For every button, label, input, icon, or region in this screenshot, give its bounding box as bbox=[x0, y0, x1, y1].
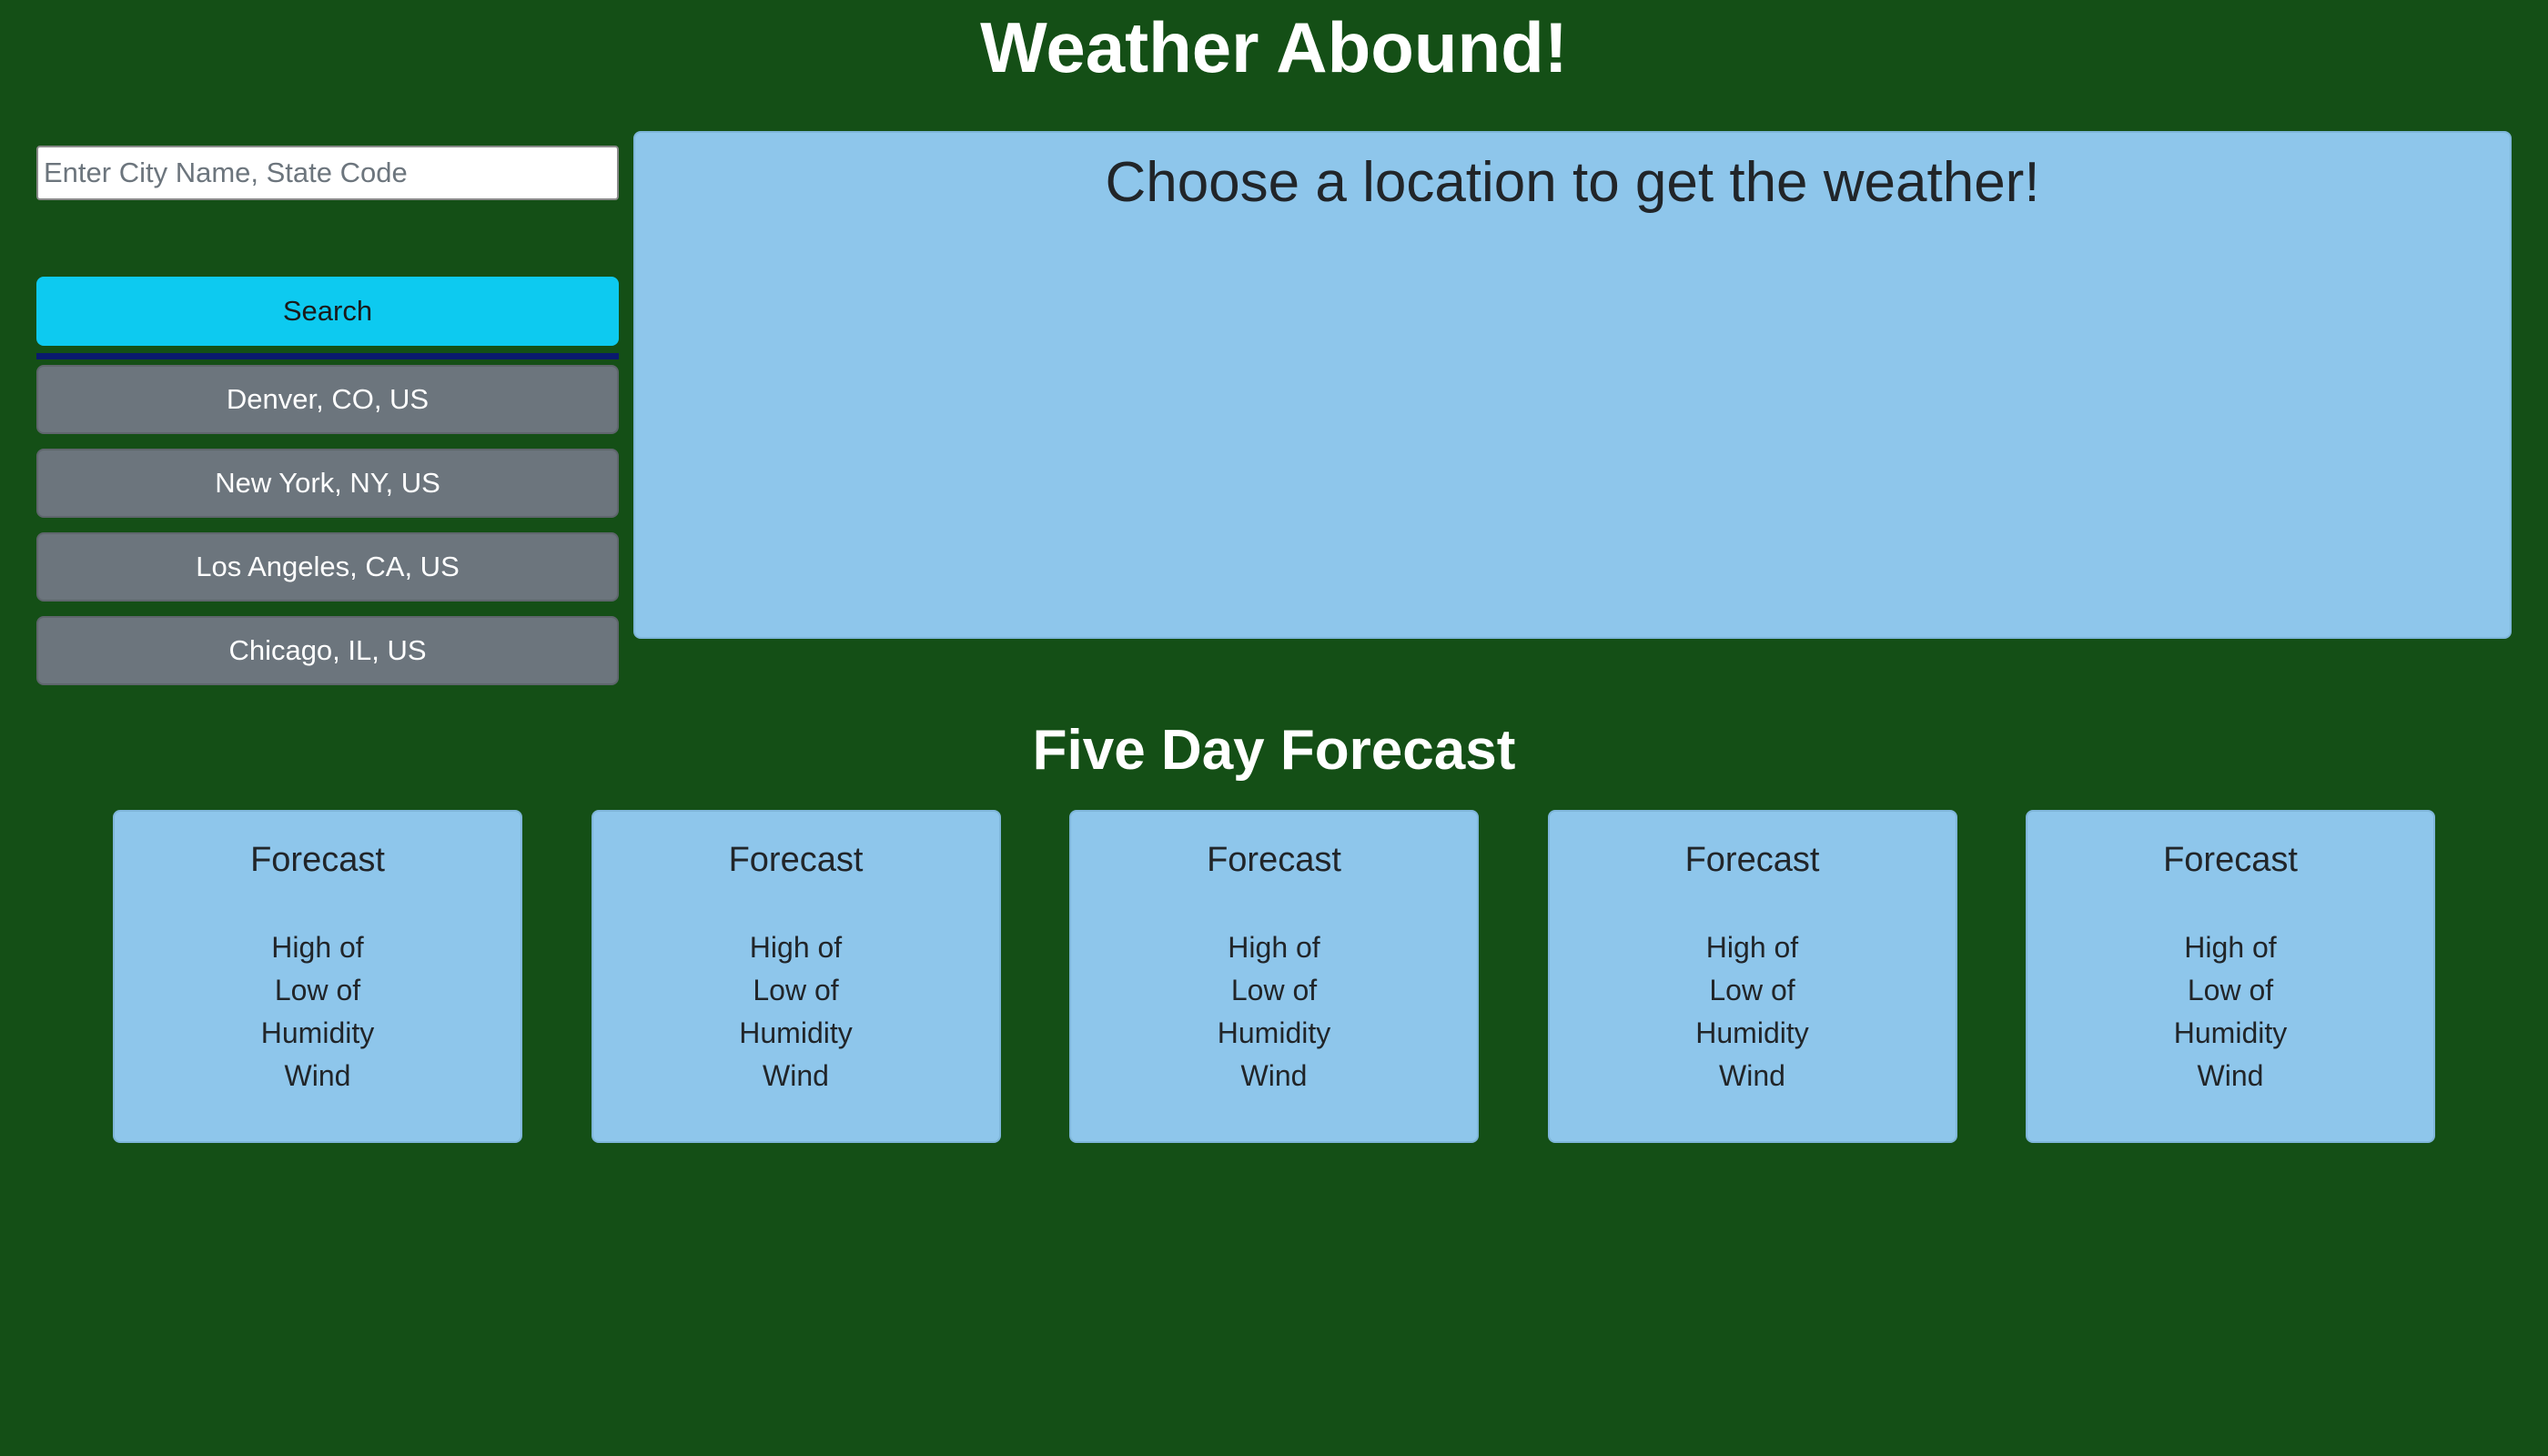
history-button-denver[interactable]: Denver, CO, US bbox=[36, 365, 619, 434]
forecast-card-row: Forecast High of Low of Humidity Wind Fo… bbox=[113, 810, 2435, 1143]
forecast-high: High of bbox=[271, 931, 364, 964]
page-title: Weather Abound! bbox=[980, 7, 1568, 87]
forecast-card-title: Forecast bbox=[728, 841, 864, 879]
forecast-high: High of bbox=[1705, 931, 1799, 964]
forecast-humidity: Humidity bbox=[260, 1016, 375, 1049]
forecast-card: Forecast High of Low of Humidity Wind bbox=[113, 810, 522, 1143]
forecast-wind: Wind bbox=[2197, 1059, 2264, 1092]
city-search-input[interactable] bbox=[36, 146, 619, 200]
forecast-card: Forecast High of Low of Humidity Wind bbox=[591, 810, 1001, 1143]
forecast-card-title: Forecast bbox=[1207, 841, 1341, 879]
forecast-high: High of bbox=[1228, 931, 1320, 964]
forecast-wind: Wind bbox=[763, 1059, 829, 1092]
forecast-card: Forecast High of Low of Humidity Wind bbox=[1547, 810, 1957, 1143]
history-button-chicago[interactable]: Chicago, IL, US bbox=[36, 616, 619, 685]
forecast-low: Low of bbox=[2187, 974, 2274, 1006]
forecast-wind: Wind bbox=[284, 1059, 351, 1092]
forecast-humidity: Humidity bbox=[2173, 1016, 2288, 1049]
search-history-list: Denver, CO, US New York, NY, US Los Ange… bbox=[36, 365, 619, 685]
forecast-wind: Wind bbox=[1719, 1059, 1785, 1092]
divider bbox=[36, 353, 619, 359]
forecast-humidity: Humidity bbox=[1217, 1016, 1331, 1049]
forecast-card-title: Forecast bbox=[250, 841, 385, 879]
forecast-high: High of bbox=[749, 931, 843, 964]
forecast-card-title: Forecast bbox=[1684, 841, 1820, 879]
current-weather-heading: Choose a location to get the weather! bbox=[1105, 151, 2040, 214]
forecast-low: Low of bbox=[274, 974, 361, 1006]
forecast-low: Low of bbox=[1230, 974, 1318, 1006]
forecast-low: Low of bbox=[1709, 974, 1795, 1006]
forecast-card-title: Forecast bbox=[2163, 841, 2298, 879]
history-button-new-york[interactable]: New York, NY, US bbox=[36, 449, 619, 518]
forecast-heading: Five Day Forecast bbox=[1032, 719, 1516, 782]
forecast-card: Forecast High of Low of Humidity Wind bbox=[2026, 810, 2435, 1143]
forecast-humidity: Humidity bbox=[1695, 1016, 1809, 1049]
search-button[interactable]: Search bbox=[36, 277, 619, 346]
current-weather-panel: Choose a location to get the weather! bbox=[633, 131, 2512, 639]
forecast-humidity: Humidity bbox=[739, 1016, 853, 1049]
forecast-card: Forecast High of Low of Humidity Wind bbox=[1069, 810, 1479, 1143]
forecast-low: Low of bbox=[753, 974, 839, 1006]
history-button-los-angeles[interactable]: Los Angeles, CA, US bbox=[36, 532, 619, 602]
forecast-high: High of bbox=[2184, 931, 2277, 964]
sidebar: Search Denver, CO, US New York, NY, US L… bbox=[36, 146, 619, 700]
forecast-wind: Wind bbox=[1240, 1059, 1308, 1092]
